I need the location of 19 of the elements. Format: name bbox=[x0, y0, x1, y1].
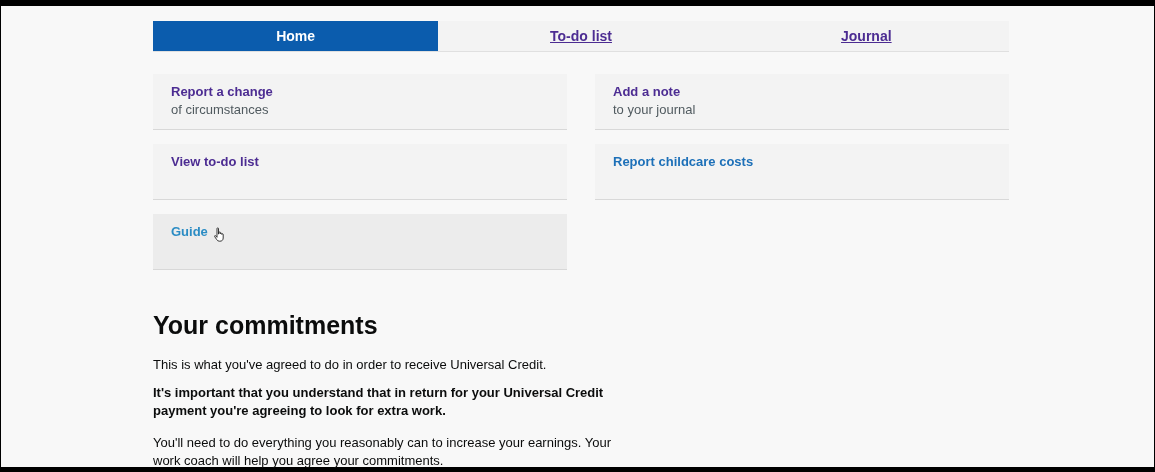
nav-tab[interactable]: To-do list bbox=[438, 21, 724, 51]
link-card[interactable]: Report childcare costs bbox=[595, 144, 1009, 200]
important-text: It's important that you understand that in return for your Universal Credit payment you're agreeing to look for extra work. bbox=[153, 384, 605, 420]
hand-cursor-icon bbox=[213, 227, 227, 242]
link-card[interactable]: Add a note to your journal bbox=[595, 74, 1009, 130]
link-card[interactable]: Report a change of circumstances bbox=[153, 74, 567, 130]
card-title: Report a change bbox=[171, 83, 273, 101]
intro-text: This is what you've agreed to do in order to receive Universal Credit. bbox=[153, 356, 548, 374]
card-title: Guide bbox=[171, 223, 208, 241]
link-card[interactable]: View to-do list bbox=[153, 144, 567, 200]
card-subtitle: of circumstances bbox=[171, 101, 270, 118]
nav-tab[interactable]: Journal bbox=[723, 21, 1009, 51]
card-title: Add a note bbox=[613, 83, 681, 101]
section-heading: Your commitments bbox=[153, 310, 379, 340]
card-title: View to-do list bbox=[171, 153, 259, 171]
body-text: You'll need to do everything you reasonably can to increase your earnings. Your work coach will help you agree your commitments. bbox=[153, 434, 613, 470]
card-title: Report childcare costs bbox=[613, 153, 754, 171]
card-subtitle: to your journal bbox=[613, 101, 697, 118]
nav-tab[interactable]: Home bbox=[153, 21, 439, 51]
